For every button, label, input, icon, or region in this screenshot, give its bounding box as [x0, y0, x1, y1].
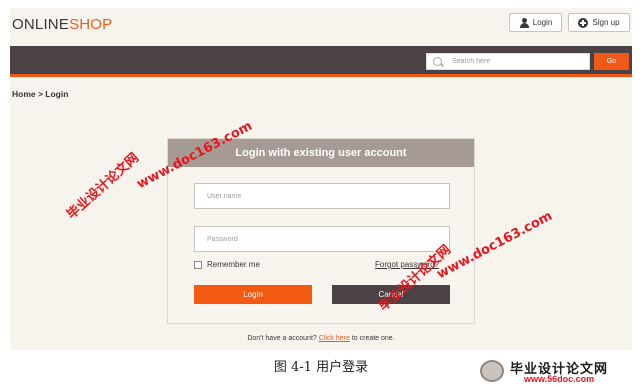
- logo-online-text: ONLINE: [12, 16, 70, 33]
- header-login-button[interactable]: Login: [509, 13, 562, 32]
- user-icon: [519, 17, 529, 28]
- username-field[interactable]: [194, 183, 450, 209]
- search-icon: [433, 57, 442, 66]
- corner-logo: 毕业设计论文网 www.56doc.com: [480, 358, 638, 384]
- search-go-button[interactable]: Go: [594, 53, 629, 70]
- login-submit-button[interactable]: Login: [194, 285, 312, 304]
- signup-prompt-text: Don't have a account?: [247, 335, 317, 342]
- globe-icon: [480, 360, 504, 382]
- top-bar: ONLINESHOP Login Sign up: [10, 8, 632, 46]
- nav-bar: Go: [10, 46, 632, 77]
- signup-prompt-suffix: to create one.: [351, 335, 395, 342]
- remember-me[interactable]: Remember me: [194, 260, 260, 269]
- plus-circle-icon: [578, 17, 589, 28]
- header-signup-label: Sign up: [592, 18, 620, 27]
- header-login-label: Login: [532, 18, 553, 27]
- signup-link[interactable]: Click here: [319, 335, 350, 342]
- remember-checkbox[interactable]: [194, 260, 202, 269]
- corner-logo-url: www.56doc.com: [524, 374, 595, 384]
- login-panel: Login with existing user account Remembe…: [167, 138, 475, 324]
- password-field[interactable]: [194, 226, 450, 252]
- site-logo[interactable]: ONLINESHOP: [12, 16, 112, 33]
- logo-shop-text: SHOP: [69, 16, 113, 33]
- header-signup-button[interactable]: Sign up: [568, 13, 630, 32]
- remember-label: Remember me: [207, 260, 260, 269]
- search-box: [426, 53, 590, 70]
- search-input[interactable]: [452, 58, 582, 65]
- breadcrumb: Home > Login: [12, 89, 69, 99]
- signup-prompt: Don't have a account? Click here to crea…: [10, 335, 632, 342]
